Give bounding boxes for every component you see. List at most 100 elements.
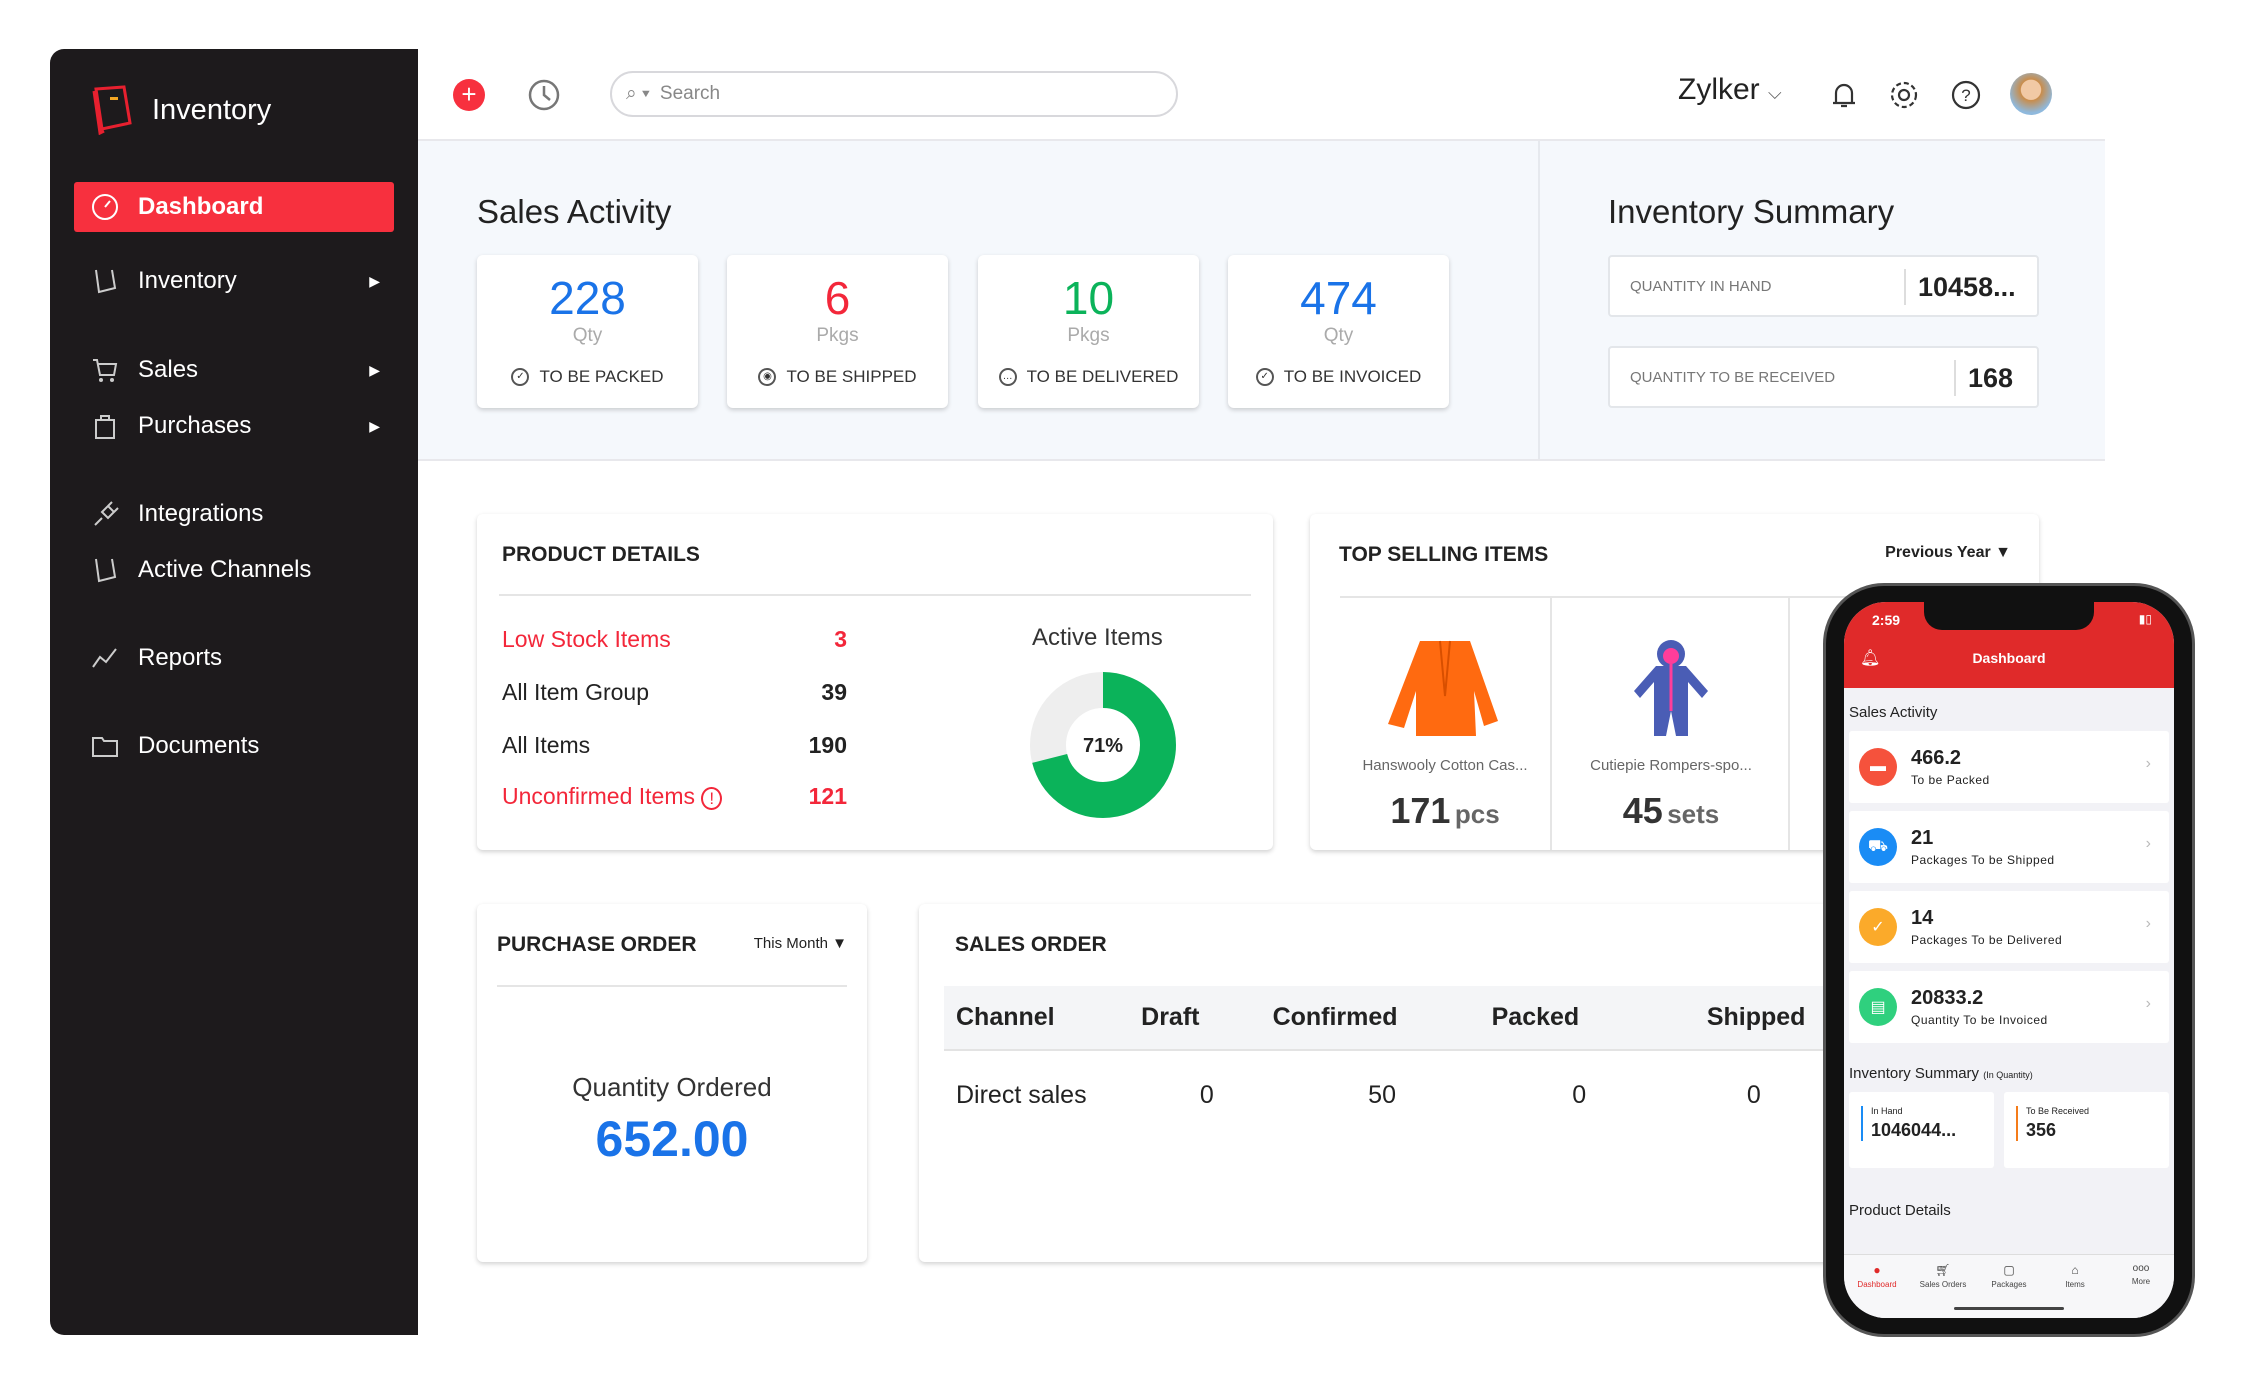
card-unit: Qty (1323, 325, 1354, 346)
table-row[interactable]: Direct sales 0 50 0 0 (944, 1050, 1864, 1140)
search-icon[interactable]: ⌕ ▾ (626, 83, 650, 105)
check-icon: ✓ (1859, 908, 1897, 946)
phone-tab-bar: ● Dashboard 🛒︎ Sales Orders ▢ Packages ⌂ Ite… (1844, 1254, 2174, 1318)
to-be-invoiced-card[interactable]: 474 Qty ✓ TO BE INVOICED (1228, 255, 1449, 408)
sidebar-item-sales[interactable]: Sales ▶ (74, 345, 394, 395)
sidebar-item-label: Inventory (138, 267, 237, 294)
app-name: Inventory (152, 93, 272, 126)
top-item[interactable]: Hanswooly Cotton Cas... 171 pcs (1340, 598, 1552, 850)
summary-value: 168 (1954, 360, 2013, 396)
summary-label: QUANTITY TO BE RECEIVED (1630, 368, 1836, 386)
cart-icon: 🛒︎ (1935, 1263, 1951, 1277)
chevron-right-icon: › (2145, 835, 2151, 852)
card-value: 20833.2 (1911, 987, 1984, 1009)
card-value: 14 (1911, 907, 1934, 929)
tab-label: Packages (1991, 1280, 2027, 1289)
home-indicator (1954, 1307, 2064, 1310)
phone-header: 2:59 ▮▯ 🔔︎ Dashboard (1844, 602, 2174, 688)
sidebar-item-inventory[interactable]: Inventory ▶ (74, 256, 394, 306)
gear-icon[interactable] (1888, 79, 1920, 111)
phone-shipped-card[interactable]: ⛟ 21 Packages To be Shipped › (1849, 811, 2169, 883)
box-icon: ▬ (1859, 748, 1897, 786)
item-qty: 171 (1390, 790, 1451, 831)
quantity-in-hand: QUANTITY IN HAND 10458... (1608, 255, 2039, 317)
in-hand-label: In Hand (1871, 1106, 1903, 1116)
org-switcher[interactable]: Zylker ⌵ (1678, 73, 1782, 107)
card-unit: Qty (572, 325, 603, 346)
caret-down-icon: ▼ (1995, 544, 2011, 561)
search-input[interactable]: ⌕ ▾ Search (610, 71, 1178, 117)
new-button[interactable]: + (453, 79, 485, 111)
top-item[interactable]: Cutiepie Rompers-spo... 45 sets (1554, 598, 1790, 850)
phone-sales-activity-title: Sales Activity (1849, 704, 1938, 721)
period-dropdown[interactable]: Previous Year ▼ (1885, 544, 2011, 562)
sidebar-item-dashboard[interactable]: Dashboard (74, 182, 394, 232)
sales-order-card: SALES ORDER Channel Draft Confirmed Pack… (919, 904, 1879, 1262)
caret-right-icon: ▶ (369, 417, 380, 434)
divider (497, 985, 847, 987)
chevron-right-icon: › (2145, 995, 2151, 1012)
card-label: TO BE INVOICED (1283, 367, 1422, 386)
row-label[interactable]: All Items (502, 732, 590, 759)
channels-icon (95, 558, 117, 583)
phone-inventory-title: Inventory Summary (1849, 1065, 1980, 1082)
row-value: 3 (834, 626, 847, 652)
sidebar-item-purchases[interactable]: Purchases ▶ (74, 401, 394, 451)
sidebar-item-label: Documents (138, 732, 260, 759)
more-circle-icon: … (998, 368, 1017, 386)
avatar[interactable] (2010, 73, 2052, 115)
row-label[interactable]: Unconfirmed Items (502, 783, 695, 809)
sales-activity-section: Sales Activity 228 Qty ✓ TO BE PACKED 6 Pkgs… (418, 141, 2105, 461)
card-value: 10 (1062, 272, 1115, 324)
low-stock-row[interactable]: Low Stock Items 3 (502, 626, 847, 653)
check-circle-icon: ✓ (511, 368, 530, 386)
card-label: TO BE PACKED (539, 367, 664, 386)
cell: 0 (1199, 1081, 1214, 1109)
phone-time: 2:59 (1872, 612, 1901, 628)
tab-more[interactable]: ooo More (2109, 1263, 2173, 1318)
all-item-group-row[interactable]: All Item Group 39 (502, 679, 847, 706)
card-value: 21 (1911, 827, 1934, 849)
org-name: Zylker (1678, 73, 1760, 106)
romper-image (1634, 640, 1708, 736)
period-dropdown[interactable]: This Month ▼ (754, 935, 847, 952)
phone-invoiced-card[interactable]: ▤ 20833.2 Quantity To be Invoiced › (1849, 971, 2169, 1043)
unconfirmed-items-row[interactable]: Unconfirmed Items ! 121 (502, 783, 847, 810)
row-label[interactable]: Low Stock Items (502, 626, 671, 653)
sidebar-item-reports[interactable]: Reports (74, 633, 394, 683)
sidebar-item-label: Active Channels (138, 556, 312, 583)
reports-icon (92, 648, 117, 668)
top-selling-title: TOP SELLING ITEMS (1339, 543, 1549, 566)
to-be-delivered-card[interactable]: 10 Pkgs … TO BE DELIVERED (978, 255, 1199, 408)
bell-icon[interactable] (1828, 79, 1860, 111)
cardigan-image (1388, 640, 1498, 736)
sidebar-item-integrations[interactable]: Integrations (74, 489, 394, 539)
to-be-packed-card[interactable]: 228 Qty ✓ TO BE PACKED (477, 255, 698, 408)
donut-label: 71% (1083, 735, 1123, 757)
to-be-shipped-card[interactable]: 6 Pkgs ◉ TO BE SHIPPED (727, 255, 948, 408)
history-icon[interactable] (526, 77, 562, 113)
card-unit: Pkgs (816, 325, 859, 346)
sidebar-item-label: Dashboard (138, 193, 264, 220)
card-value: 474 (1300, 272, 1377, 324)
active-items-donut: 71% (1030, 672, 1176, 818)
phone-delivered-card[interactable]: ✓ 14 Packages To be Delivered › (1849, 891, 2169, 963)
sidebar-item-documents[interactable]: Documents (74, 721, 394, 771)
period-value: This Month (753, 935, 828, 952)
folder-icon (92, 737, 118, 757)
caret-down-icon: ▼ (832, 935, 847, 952)
tab-dashboard[interactable]: ● Dashboard (1845, 1263, 1909, 1318)
battery-icon: ▮▯ (2138, 612, 2152, 626)
row-label[interactable]: All Item Group (502, 679, 649, 706)
all-items-row[interactable]: All Items 190 (502, 732, 847, 759)
help-icon[interactable]: ? (1950, 79, 1982, 111)
sidebar-item-active-channels[interactable]: Active Channels (74, 545, 394, 595)
app-logo[interactable]: Inventory (90, 85, 271, 135)
dashboard-icon: ● (1873, 1263, 1881, 1277)
phone-packed-card[interactable]: ▬ 466.2 To be Packed › (1849, 731, 2169, 803)
info-icon: ! (701, 787, 723, 810)
sidebar-item-label: Reports (138, 644, 223, 671)
quantity-to-be-received: QUANTITY TO BE RECEIVED 168 (1608, 346, 2039, 408)
to-receive-label: To Be Received (2026, 1106, 2090, 1116)
document-icon: ▤ (1859, 988, 1897, 1026)
